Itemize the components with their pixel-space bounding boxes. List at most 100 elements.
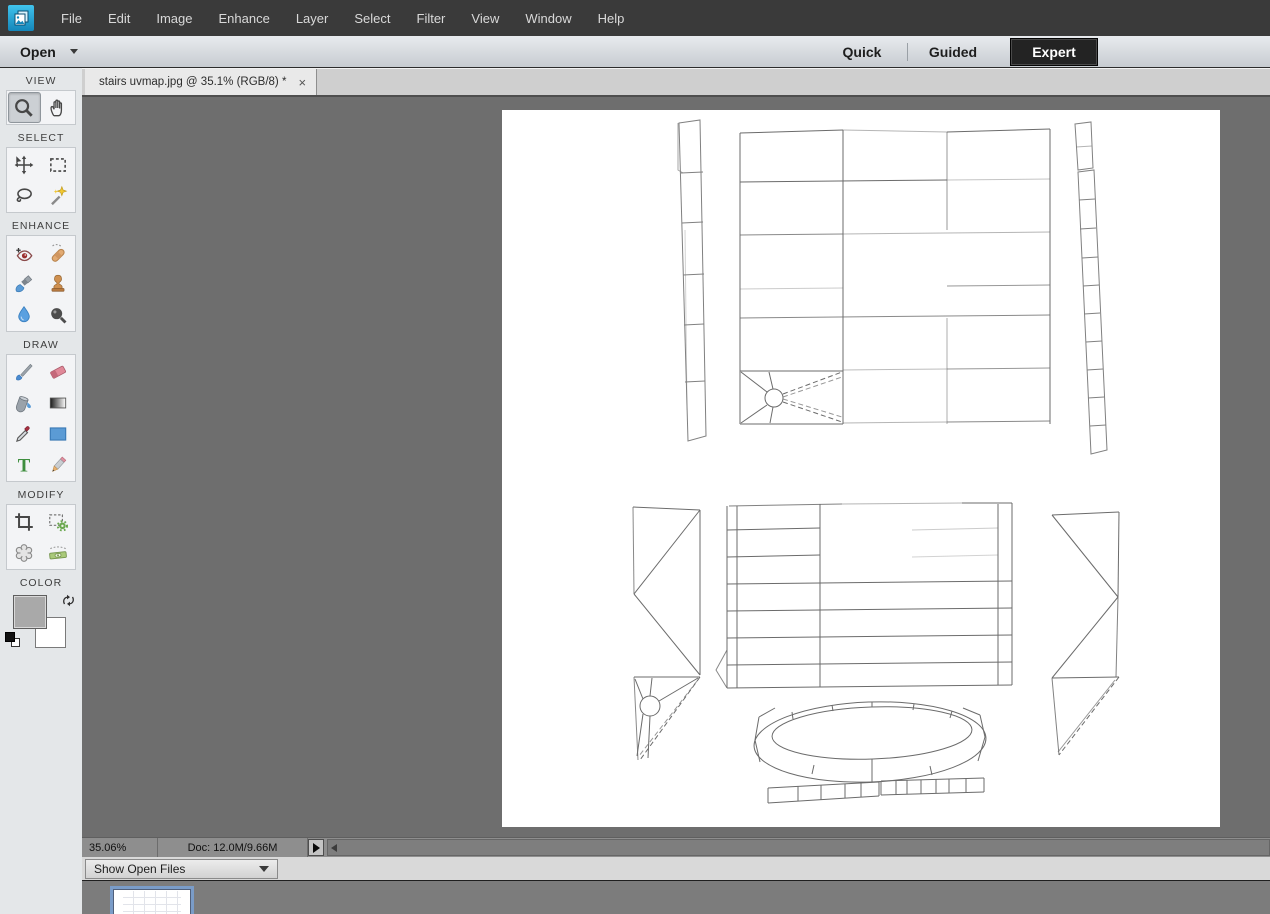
type-icon: T [18, 455, 31, 475]
photoshop-elements-logo-icon [8, 5, 34, 31]
document-tab[interactable]: stairs uvmap.jpg @ 35.1% (RGB/8) * × [85, 69, 318, 95]
color-picker-widget [5, 592, 76, 656]
sharpen-icon [51, 307, 67, 323]
clone-stamp-tool-button[interactable] [42, 268, 75, 299]
section-label-modify: MODIFY [17, 489, 65, 501]
move-tool-button[interactable] [8, 149, 41, 180]
uvmap-drawing [632, 119, 1120, 804]
gradient-icon [49, 397, 67, 408]
menu-layer[interactable]: Layer [283, 11, 342, 26]
pencil-tool-button[interactable] [42, 449, 75, 480]
shape-rectangle-icon [49, 426, 67, 441]
workspace: VIEW SELECT ENHANCE DRAW T MODIFY COLOR … [0, 68, 1270, 914]
brush-icon [16, 363, 33, 380]
menu-window[interactable]: Window [512, 11, 584, 26]
status-options-button[interactable] [308, 839, 324, 856]
hand-icon [50, 99, 63, 116]
tool-group-select [6, 147, 76, 213]
menu-view[interactable]: View [458, 11, 512, 26]
move-icon [14, 155, 34, 174]
pencil-icon [52, 456, 67, 472]
zoom-level-value: 35.06% [89, 841, 127, 854]
red-eye-removal-tool-button[interactable] [8, 237, 41, 268]
gradient-tool-button[interactable] [42, 387, 75, 418]
eraser-icon [50, 365, 66, 379]
menu-help[interactable]: Help [585, 11, 638, 26]
type-tool-button[interactable]: T [8, 449, 41, 480]
blur-tool-button[interactable] [8, 299, 41, 330]
tab-expert[interactable]: Expert [1010, 37, 1098, 66]
shape-tool-button[interactable] [42, 418, 75, 449]
tool-group-modify [6, 504, 76, 570]
foreground-color-swatch[interactable] [13, 595, 47, 629]
spot-healing-brush-tool-button[interactable] [42, 237, 75, 268]
marquee-icon [50, 157, 66, 172]
menu-select[interactable]: Select [341, 11, 403, 26]
close-icon[interactable]: × [298, 76, 306, 89]
horizontal-scrollbar[interactable] [327, 839, 1270, 856]
menu-filter[interactable]: Filter [404, 11, 459, 26]
crop-tool-button[interactable] [8, 506, 41, 537]
section-label-enhance: ENHANCE [11, 220, 71, 232]
chevron-down-icon[interactable] [69, 49, 78, 54]
document-image[interactable] [502, 110, 1220, 827]
sharpen-tool-button[interactable] [42, 299, 75, 330]
section-label-color: COLOR [19, 577, 63, 589]
magic-wand-icon [51, 185, 68, 205]
straighten-level-icon [49, 545, 67, 559]
tab-guided[interactable]: Guided [908, 44, 998, 60]
document-tab-bar: stairs uvmap.jpg @ 35.1% (RGB/8) * × [82, 68, 1270, 97]
default-colors-icon[interactable] [5, 632, 21, 648]
paint-bucket-icon [15, 395, 31, 412]
dropdown-arrow-icon [259, 865, 269, 872]
scroll-left-arrow-icon[interactable] [331, 843, 337, 852]
options-bar: Open Quick Guided Expert [0, 36, 1270, 68]
hand-tool-button[interactable] [42, 92, 75, 123]
menu-edit[interactable]: Edit [95, 11, 143, 26]
section-label-draw: DRAW [23, 339, 59, 351]
tool-panel: VIEW SELECT ENHANCE DRAW T MODIFY COLOR [0, 68, 82, 914]
magnifier-icon [15, 98, 33, 117]
zoom-level-field[interactable]: 35.06% [82, 838, 158, 857]
straighten-tool-button[interactable] [42, 537, 75, 568]
document-size-field[interactable]: Doc: 12.0M/9.66M [158, 838, 308, 857]
brush-tool-button[interactable] [8, 356, 41, 387]
menu-image[interactable]: Image [143, 11, 205, 26]
lasso-icon [16, 187, 32, 202]
menu-enhance[interactable]: Enhance [206, 11, 283, 26]
magic-wand-tool-button[interactable] [42, 180, 75, 211]
thumbnail-preview [123, 891, 181, 914]
recompose-tool-button[interactable] [42, 506, 75, 537]
tab-quick[interactable]: Quick [817, 44, 907, 60]
menu-bar: File Edit Image Enhance Layer Select Fil… [0, 0, 1270, 36]
section-label-view: VIEW [25, 75, 57, 87]
document-size-value: Doc: 12.0M/9.66M [187, 841, 278, 854]
tool-group-draw: T [6, 354, 76, 482]
swap-colors-icon[interactable] [61, 593, 76, 608]
open-button[interactable]: Open [20, 44, 78, 60]
recompose-icon [49, 513, 69, 531]
tool-group-view [6, 90, 76, 125]
zoom-tool-button[interactable] [7, 92, 41, 123]
lasso-tool-button[interactable] [8, 180, 41, 211]
eyedropper-tool-button[interactable] [8, 418, 41, 449]
rectangular-marquee-tool-button[interactable] [42, 149, 75, 180]
bandage-icon [51, 243, 65, 262]
status-bar: 35.06% Doc: 12.0M/9.66M [82, 837, 1270, 857]
photo-bin [82, 881, 1270, 914]
crop-icon [15, 512, 33, 531]
canvas-area[interactable] [82, 97, 1270, 837]
svg-text:T: T [18, 455, 31, 475]
red-eye-icon [16, 247, 33, 261]
menu-file[interactable]: File [48, 11, 95, 26]
smart-brush-icon [15, 274, 33, 292]
tool-group-enhance [6, 235, 76, 332]
show-open-files-dropdown[interactable]: Show Open Files [85, 858, 278, 879]
play-arrow-icon [312, 842, 320, 853]
open-file-thumbnail[interactable] [110, 886, 194, 914]
eraser-tool-button[interactable] [42, 356, 75, 387]
cookie-cutter-tool-button[interactable] [8, 537, 41, 568]
smart-brush-tool-button[interactable] [8, 268, 41, 299]
mode-tabs: Quick Guided Expert [817, 36, 1098, 67]
paint-bucket-tool-button[interactable] [8, 387, 41, 418]
